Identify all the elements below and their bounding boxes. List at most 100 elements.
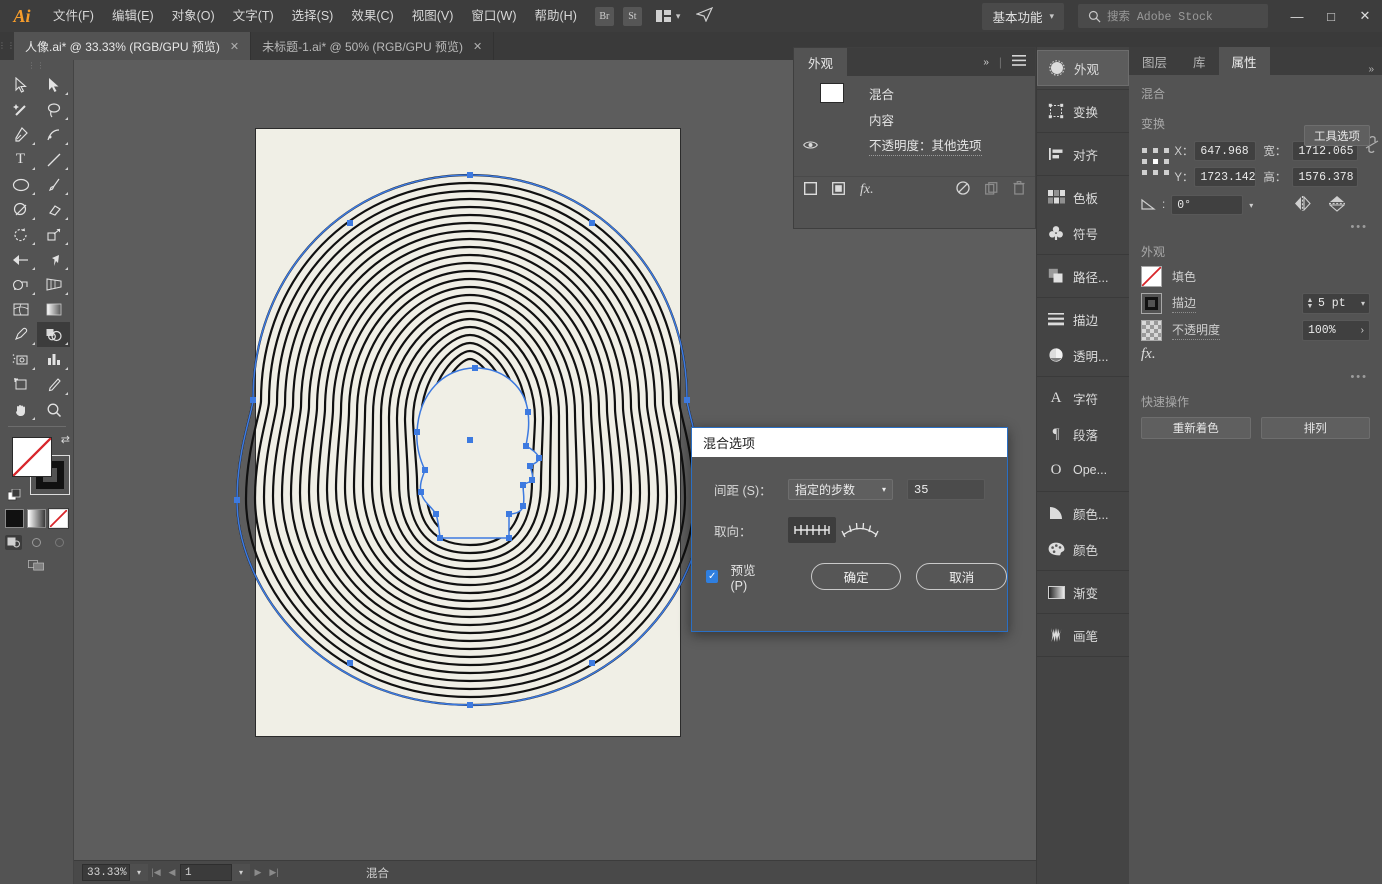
expand-panel-icon[interactable]: » [983,57,989,68]
mesh-tool[interactable] [4,297,37,322]
gradient-tool[interactable] [37,297,70,322]
chevron-right-icon[interactable]: › [1361,325,1369,336]
swap-fill-stroke-icon[interactable]: ⇄ [61,433,70,446]
next-artboard-button[interactable]: ▶ [250,863,266,883]
bridge-button[interactable]: Br [594,6,614,26]
transform-more-options-icon[interactable]: ••• [1129,215,1382,233]
reference-point-selector[interactable] [1141,147,1174,180]
blend-options-dialog[interactable]: 混合选项 间距 (S)： 指定的步数 ▾ 35 取向： ✓ 预览 (P) 确定 … [691,427,1008,632]
zoom-level-input[interactable]: 33.33% [82,864,130,881]
stock-button[interactable]: St [622,6,642,26]
appearance-row-label[interactable]: 不透明度：其他选项 [869,135,982,156]
dock-item-brushes[interactable]: 画笔 [1037,617,1129,653]
appearance-row-opacity[interactable]: 不透明度：其他选项 [794,132,1035,158]
blend-tool[interactable] [37,322,70,347]
direct-selection-tool[interactable] [37,72,70,97]
opacity-label[interactable]: 不透明度 [1172,321,1221,340]
workspace-switcher[interactable]: 基本功能 ▾ [982,2,1064,30]
arrange-documents-button[interactable]: ▾ [655,10,680,22]
recolor-button[interactable]: 重新着色 [1141,417,1251,439]
dock-item-appearance[interactable]: 外观 [1037,50,1129,86]
menu-view[interactable]: 视图(V) [403,0,463,32]
tab-appearance[interactable]: 外观 [794,48,848,76]
stroke-swatch[interactable] [1141,293,1162,314]
delete-item-icon[interactable] [1013,181,1025,198]
height-input[interactable]: 1576.378 [1292,167,1359,187]
symbol-sprayer-tool[interactable] [4,347,37,372]
maximize-button[interactable]: □ [1314,0,1348,32]
draw-behind-icon[interactable] [28,535,45,550]
opacity-swatch[interactable] [1141,320,1162,341]
stroke-width-input[interactable]: ▲ ▼ 5 pt ▾ [1302,293,1370,314]
fill-swatch[interactable] [12,437,52,477]
lasso-tool[interactable] [37,97,70,122]
paintbrush-tool[interactable] [37,172,70,197]
close-icon[interactable]: ✕ [473,40,482,53]
collapse-properties-icon[interactable]: » [1360,64,1382,75]
eyedropper-tool[interactable] [4,322,37,347]
opacity-input[interactable]: 100% › [1302,320,1370,341]
artboard-dropdown-icon[interactable]: ▾ [232,864,250,881]
dock-item-swatches[interactable]: 色板 [1037,179,1129,215]
zoom-dropdown-icon[interactable]: ▾ [130,864,148,881]
menu-help[interactable]: 帮助(H) [526,0,586,32]
align-to-path-icon[interactable] [836,517,884,543]
spacing-select[interactable]: 指定的步数 ▾ [788,479,893,500]
add-new-stroke-icon[interactable] [803,181,818,198]
slice-tool[interactable] [37,372,70,397]
stepper-icon[interactable]: ▲ ▼ [1303,297,1315,310]
duplicate-item-icon[interactable] [985,181,998,198]
close-icon[interactable]: ✕ [230,40,239,53]
appearance-row-blend[interactable]: 混合 [794,80,1035,106]
rotate-tool[interactable] [4,222,37,247]
perspective-grid-tool[interactable] [37,272,70,297]
stroke-label[interactable]: 描边 [1172,294,1197,313]
menu-file[interactable]: 文件(F) [44,0,103,32]
eye-icon[interactable] [800,140,820,150]
artboard-tool[interactable] [4,372,37,397]
zoom-tool[interactable] [37,397,70,422]
flip-horizontal-icon[interactable] [1293,195,1311,214]
dock-item-pathfinder[interactable]: 路径... [1037,258,1129,294]
dock-item-stroke[interactable]: 描边 [1037,301,1129,337]
fx-icon[interactable]: fx. [860,182,874,198]
selection-tool[interactable] [4,72,37,97]
chevron-down-icon[interactable]: ▾ [1361,299,1369,308]
fx-button[interactable]: fx. [1129,344,1382,365]
minimize-button[interactable]: — [1280,0,1314,32]
tab-layers[interactable]: 图层 [1129,47,1180,75]
dock-item-opentype[interactable]: O Ope... [1037,452,1129,488]
opacity-row[interactable]: 不透明度 100% › [1129,317,1382,344]
clear-appearance-icon[interactable] [956,181,970,198]
toolbar-grip[interactable]: ⋮⋮ [0,60,73,72]
free-transform-tool[interactable] [37,247,70,272]
tab-properties[interactable]: 属性 [1218,47,1270,75]
menu-select[interactable]: 选择(S) [283,0,343,32]
menu-object[interactable]: 对象(O) [163,0,224,32]
shape-builder-tool[interactable] [4,272,37,297]
dock-item-character[interactable]: A 字符 [1037,380,1129,416]
prev-artboard-button[interactable]: ◀ [164,863,180,883]
fill-row[interactable]: 填色 [1129,263,1382,290]
last-artboard-button[interactable]: ▶| [266,863,282,883]
curvature-tool[interactable] [37,122,70,147]
tool-options-button[interactable]: 工具选项 [1304,125,1370,146]
dock-item-transform[interactable]: 变换 [1037,93,1129,129]
draw-normal-icon[interactable] [5,535,22,550]
shaper-tool[interactable] [4,197,37,222]
y-input[interactable]: 1723.142 [1194,167,1257,187]
add-new-fill-icon[interactable] [832,181,845,198]
type-tool[interactable]: T [4,147,37,172]
steps-input[interactable]: 35 [907,479,985,500]
menu-type[interactable]: 文字(T) [224,0,283,32]
ok-button[interactable]: 确定 [810,563,902,590]
dock-item-color[interactable]: 颜色 [1037,531,1129,567]
dock-item-symbols[interactable]: 符号 [1037,215,1129,251]
dock-item-gradient[interactable]: 渐变 [1037,574,1129,610]
appearance-panel[interactable]: 外观 » | 混合 内容 不透明度：其他选项 fx. [793,47,1036,229]
stock-search-input[interactable]: 搜索 Adobe Stock [1078,4,1268,28]
artboard-number-input[interactable]: 1 [180,864,232,881]
change-screen-mode-icon[interactable] [28,558,45,573]
chevron-down-icon[interactable]: ▾ [1249,201,1253,210]
tab-libraries[interactable]: 库 [1180,47,1219,75]
